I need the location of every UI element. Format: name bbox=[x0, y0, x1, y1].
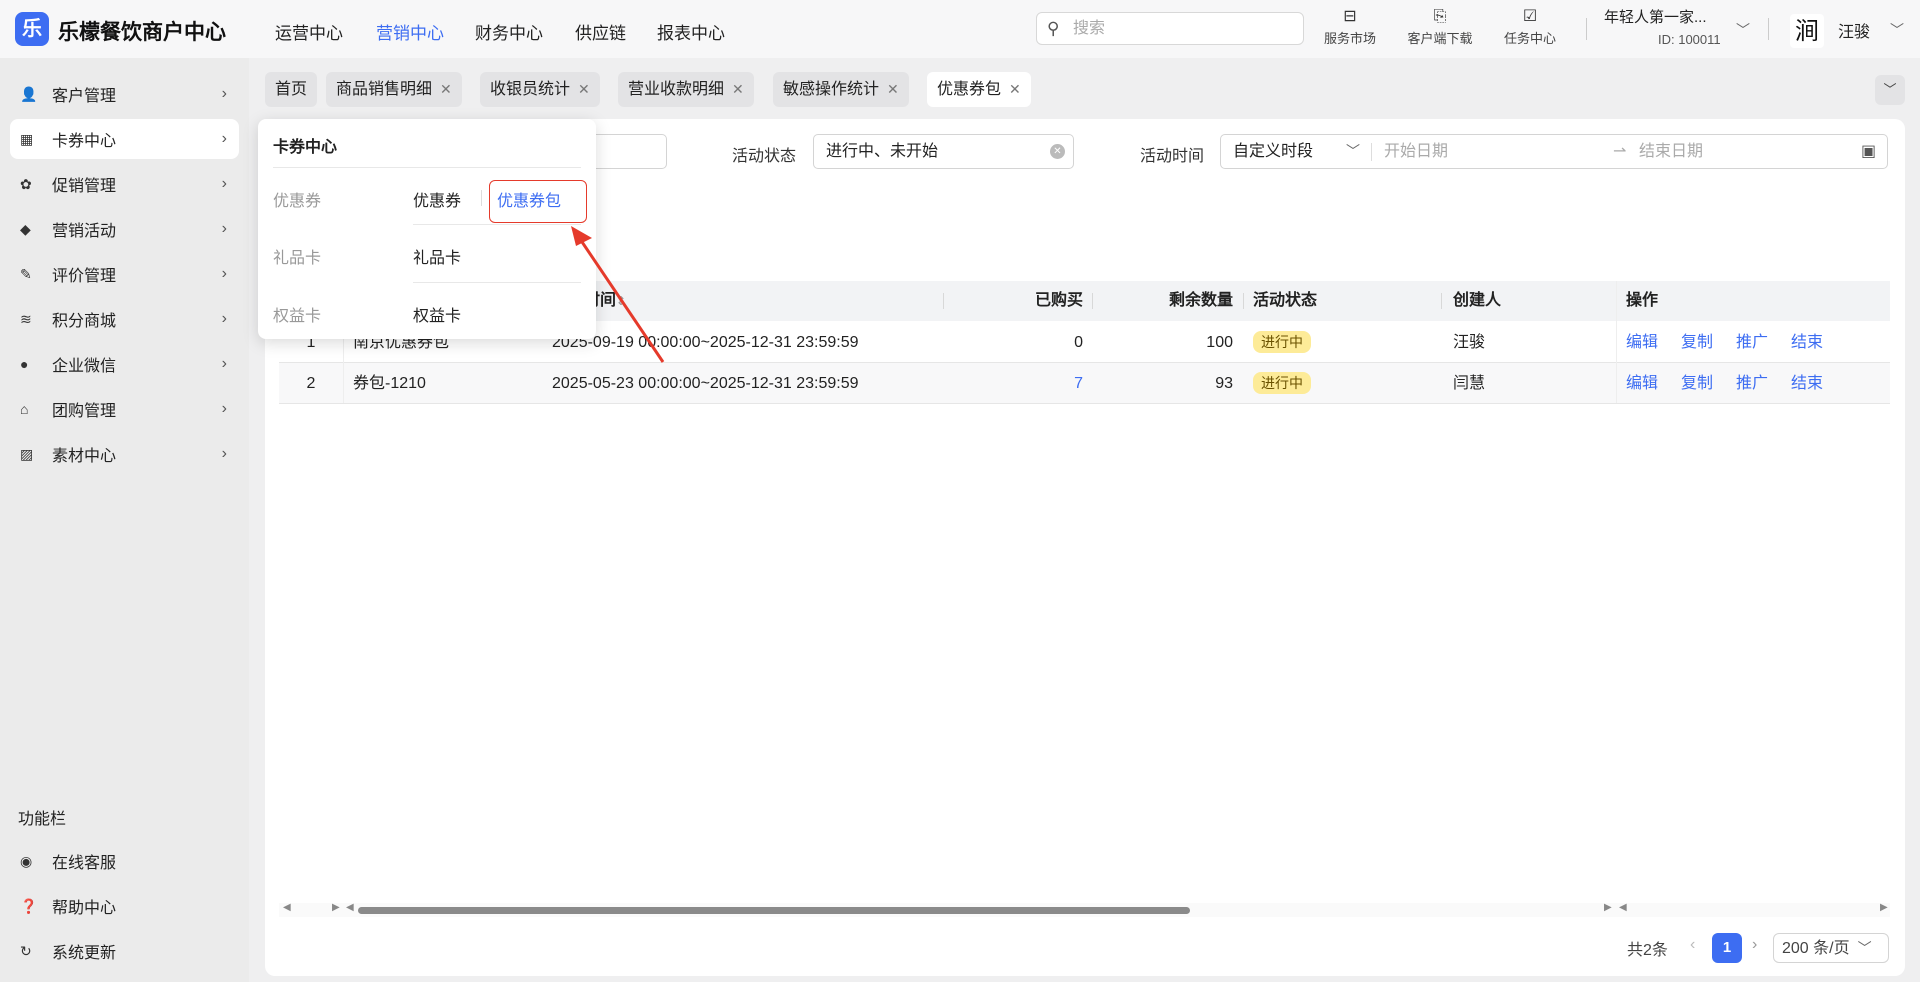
annotation-arrow bbox=[571, 226, 665, 363]
